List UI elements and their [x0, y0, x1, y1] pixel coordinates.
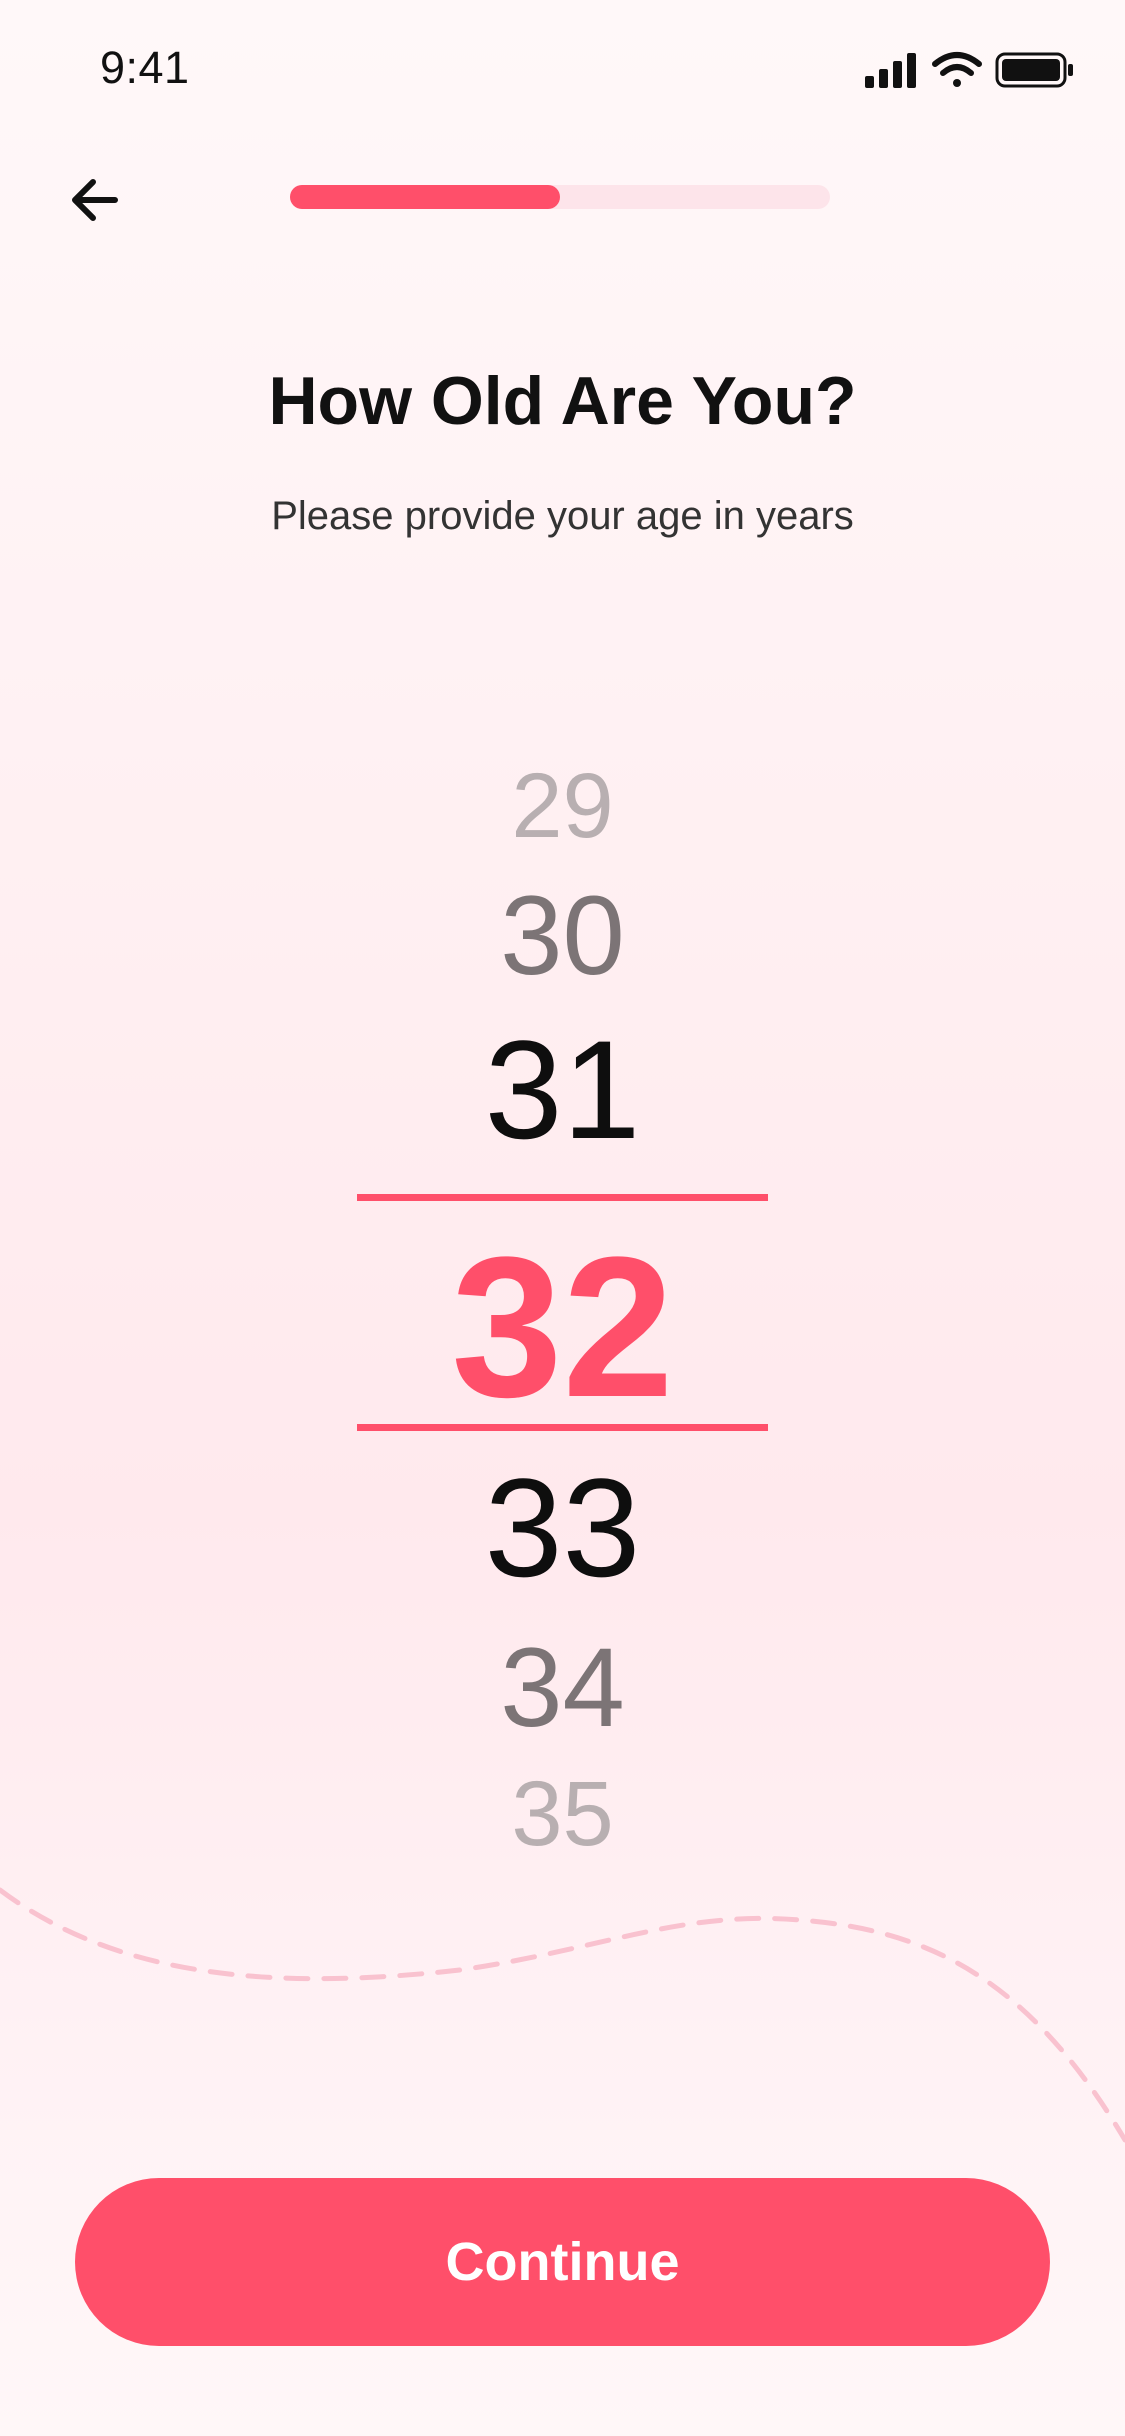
- page-subtitle: Please provide your age in years: [271, 494, 854, 538]
- status-time: 9:41: [100, 42, 190, 93]
- back-button[interactable]: [60, 165, 130, 235]
- age-option[interactable]: 35: [0, 1768, 1125, 1860]
- wifi-icon: [932, 52, 982, 87]
- arrow-left-icon: [72, 179, 118, 221]
- age-option[interactable]: 29: [0, 760, 1125, 852]
- battery-icon: [995, 52, 1073, 88]
- age-option-selected[interactable]: 32: [0, 1228, 1125, 1428]
- age-option[interactable]: 34: [0, 1632, 1125, 1744]
- progress-bar: [290, 185, 830, 209]
- continue-button[interactable]: Continue: [75, 2178, 1050, 2346]
- age-option[interactable]: 33: [0, 1458, 1125, 1598]
- age-option[interactable]: 31: [0, 1020, 1125, 1160]
- decorative-wave: [0, 1887, 1125, 2143]
- page-title: How Old Are You?: [268, 363, 857, 439]
- selection-indicator-bottom: [357, 1424, 768, 1431]
- progress-fill: [290, 185, 560, 209]
- status-bar: 9:41: [0, 0, 1125, 140]
- age-option[interactable]: 30: [0, 880, 1125, 992]
- selection-indicator-top: [357, 1194, 768, 1201]
- cellular-signal-icon: [865, 53, 916, 88]
- status-icons: [865, 52, 1073, 88]
